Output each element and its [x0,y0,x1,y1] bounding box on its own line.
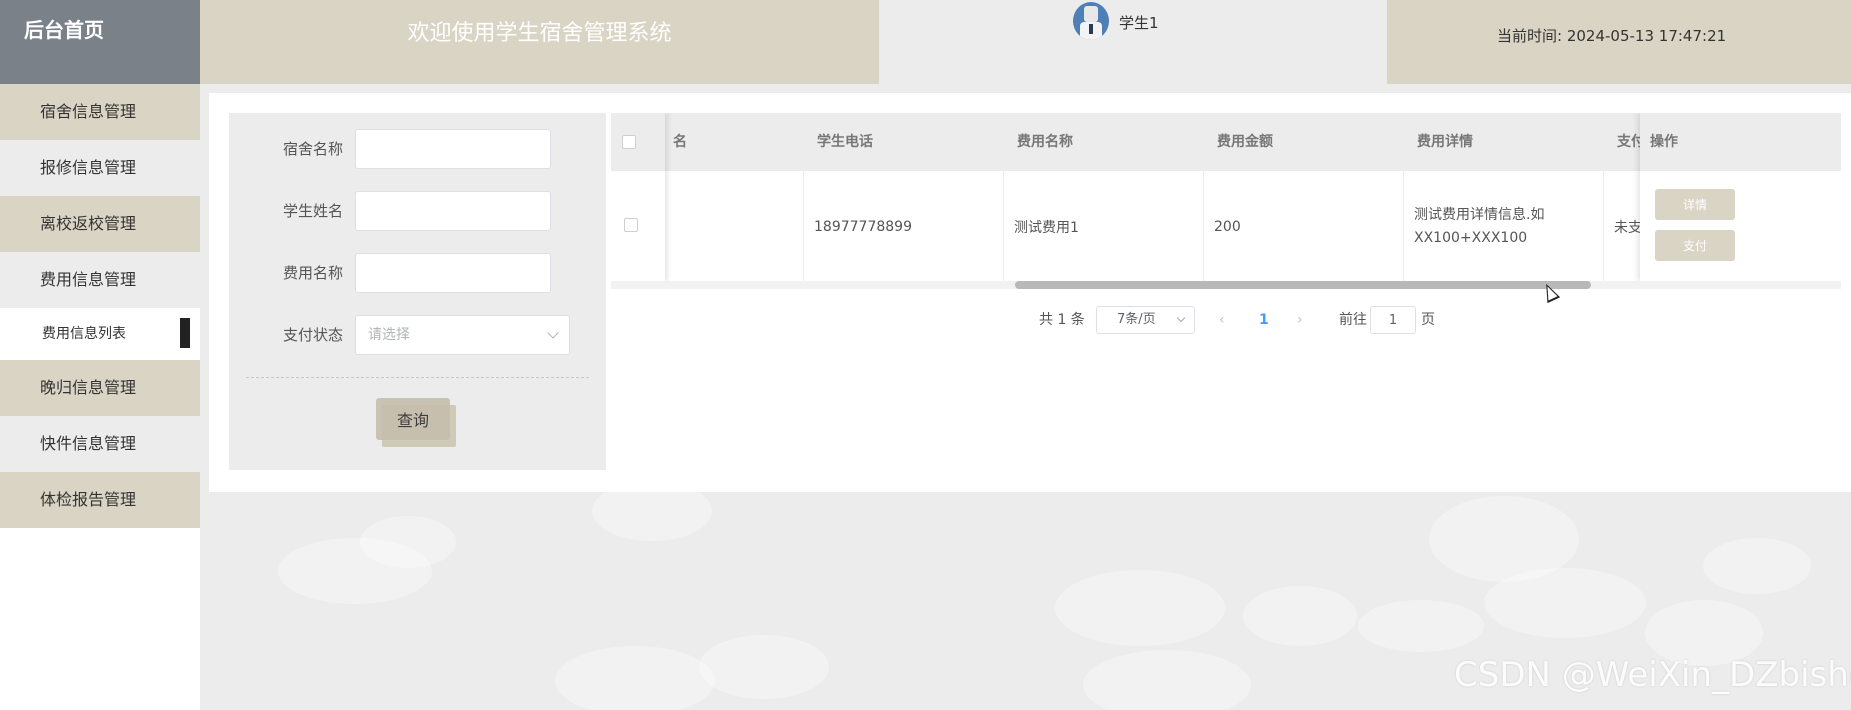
select-all-checkbox[interactable] [622,135,636,149]
pagination-total: 共 1 条 [1039,312,1085,328]
current-time-value: 2024-05-13 17:47:21 [1566,27,1727,45]
sidebar-item-leave-return[interactable]: 离校返校管理 [0,196,200,252]
chevron-down-icon [1176,313,1186,323]
form-row-fee: 费用名称 [229,253,606,293]
background-bubble [1358,600,1484,652]
pay-button[interactable]: 支付 [1655,230,1735,261]
page-size-select[interactable]: 7条/页 [1096,306,1195,334]
select-all-header [611,113,665,171]
user-area: 学生1 [879,0,1387,84]
background-bubble [360,516,456,568]
cell-fee-name: 测试费用1 [1003,171,1203,282]
background-bubble [555,646,715,710]
page-suffix-label: 页 [1421,312,1435,328]
sidebar-item-health-report[interactable]: 体检报告管理 [0,472,200,528]
prev-page-icon[interactable]: ‹ [1219,306,1225,334]
detail-button[interactable]: 详情 [1655,189,1735,220]
next-page-icon[interactable]: › [1297,306,1303,334]
dorm-name-label: 宿舍名称 [282,140,343,158]
avatar[interactable] [1073,2,1109,40]
form-row-student: 学生姓名 [229,191,606,231]
fee-name-input[interactable] [355,253,551,293]
form-row-dorm: 宿舍名称 [229,129,606,169]
page-size-value: 7条/页 [1117,312,1156,327]
sidebar-subitem-label: 费用信息列表 [42,326,126,342]
col-header-fee-name: 费用名称 [1017,134,1073,150]
background-bubble [1484,568,1646,638]
pay-status-label: 支付状态 [282,326,343,344]
avatar-face [1084,6,1098,22]
pay-status-placeholder: 请选择 [368,327,410,343]
scrollbar-thumb[interactable] [1015,281,1591,289]
col-header-name: 名 [673,134,687,150]
frozen-action-column: 操作 详情 支付 [1640,113,1841,282]
background-bubble [1083,650,1251,710]
pay-status-select[interactable]: 请选择 [355,315,570,355]
query-button[interactable]: 查询 [376,398,450,440]
background-bubble [1243,586,1357,646]
username[interactable]: 学生1 [1119,12,1159,33]
sidebar-item-repair[interactable]: 报修信息管理 [0,140,200,196]
sidebar-item-parcel[interactable]: 快件信息管理 [0,416,200,472]
cell-phone: 18977778899 [803,171,1003,282]
col-header-amount: 费用金额 [1217,134,1273,150]
background-bubble [1703,538,1811,594]
frozen-select-column [611,113,665,282]
background-bubble [699,635,829,699]
avatar-tie [1089,24,1093,34]
goto-label: 前往 [1339,312,1367,328]
dorm-name-input[interactable] [355,129,551,169]
row-checkbox[interactable] [624,218,638,232]
student-name-input[interactable] [355,191,551,231]
sidebar-item-late-return[interactable]: 晚归信息管理 [0,360,200,416]
search-panel: 宿舍名称 学生姓名 费用名称 支付状态 请选择 查询 [229,113,606,470]
sidebar-item-fee[interactable]: 费用信息管理 [0,252,200,308]
active-indicator [180,318,190,348]
chevron-down-icon [547,327,559,339]
cell-amount: 200 [1203,171,1403,282]
col-header-actions: 操作 [1640,113,1841,171]
current-time-label: 当前时间: [1497,27,1563,45]
goto-page-input[interactable] [1370,306,1416,334]
current-time: 当前时间: 2024-05-13 17:47:21 [1387,0,1851,84]
fee-name-label: 费用名称 [282,264,343,282]
background-bubble [1055,570,1225,646]
horizontal-scrollbar[interactable] [611,281,1841,289]
col-header-phone: 学生电话 [817,134,873,150]
page-title: 欢迎使用学生宿舍管理系统 [200,0,879,84]
logo[interactable]: 后台首页 [0,0,200,84]
sidebar-subitem-fee-list[interactable]: 费用信息列表 [0,308,200,360]
cell-detail: 测试费用详情信息.如XX100+XXX100 [1403,171,1603,282]
col-header-detail: 费用详情 [1417,134,1473,150]
fee-table: 名 学生电话 费用名称 费用金额 费用详情 支付 18977778899 测试费… [611,113,1841,289]
watermark: CSDN @WeiXin_DZbishe [1454,655,1851,695]
form-row-pay: 支付状态 请选择 [229,315,606,355]
student-name-label: 学生姓名 [282,202,343,220]
sidebar-item-dorm[interactable]: 宿舍信息管理 [0,84,200,140]
page-number-current[interactable]: 1 [1259,306,1269,334]
sidebar: 宿舍信息管理 报修信息管理 离校返校管理 费用信息管理 费用信息列表 晚归信息管… [0,84,200,710]
divider [246,377,589,378]
